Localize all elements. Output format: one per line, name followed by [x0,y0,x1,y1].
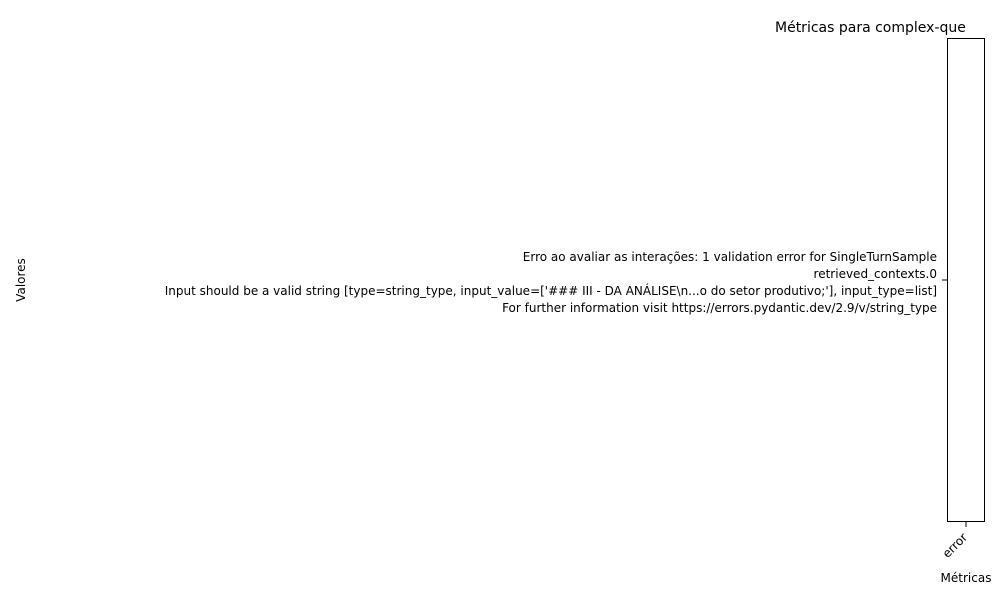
plot-area-frame [947,38,985,522]
y-tick-label-line: Input should be a valid string [type=str… [157,283,937,298]
y-tick-label-group: Erro ao avaliar as interações: 1 validat… [157,250,937,315]
y-tick-label-line: retrieved_contexts.0 [814,267,937,281]
y-tick-label-line: For further information visit https://er… [487,301,937,315]
y-axis-label: Valores [14,258,28,302]
chart-title: Métricas para complex-que [775,20,966,36]
x-axis-label: Métricas [941,571,992,585]
chart-svg: Métricas para complex-que Erro ao avalia… [14,20,992,585]
x-tick-label-error: error [940,530,970,560]
y-tick-label-line: Erro ao avaliar as interações: 1 validat… [523,250,937,264]
chart-root: Métricas para complex-que Erro ao avalia… [0,0,1000,600]
